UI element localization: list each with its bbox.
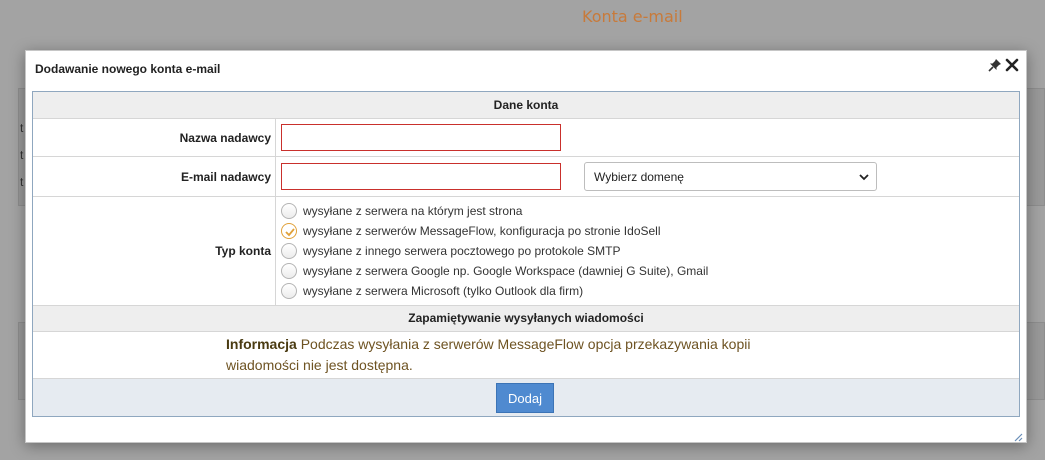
account-type-option[interactable]: wysyłane z serwera na którym jest strona: [281, 202, 522, 220]
section-header-account: Dane konta: [33, 92, 1019, 119]
dialog-controls: [988, 58, 1019, 72]
pin-icon[interactable]: [988, 58, 1002, 72]
checkmark-icon: [285, 228, 295, 237]
domain-select[interactable]: Wybierz domenę: [584, 162, 877, 191]
account-type-option[interactable]: wysyłane z innego serwera pocztowego po …: [281, 242, 621, 260]
page-title: Konta e-mail: [582, 7, 683, 26]
radio-button[interactable]: [281, 203, 297, 219]
account-form: Dane konta Nazwa nadawcy E-mail nadawcy …: [32, 91, 1020, 417]
account-type-option[interactable]: wysyłane z serwera Google np. Google Wor…: [281, 262, 708, 280]
radio-label: wysyłane z serwera na którym jest strona: [303, 204, 523, 218]
dialog-footer: Dodaj: [33, 378, 1019, 416]
add-button[interactable]: Dodaj: [496, 383, 554, 413]
background-row-text: t: [20, 175, 24, 189]
background-row-text: t: [20, 121, 24, 135]
radio-label: wysyłane z serwera Microsoft (tylko Outl…: [303, 284, 584, 298]
account-type-option[interactable]: wysyłane z serwera Microsoft (tylko Outl…: [281, 282, 583, 300]
domain-select-value: Wybierz domenę: [594, 169, 684, 184]
account-type-option[interactable]: wysyłane z serwerów MessageFlow, konfigu…: [281, 222, 661, 240]
sender-name-label: Nazwa nadawcy: [33, 119, 276, 156]
account-type-options: wysyłane z serwera na którym jest strona…: [276, 197, 1019, 305]
section-title: Zapamiętywanie wysyłanych wiadomości: [408, 311, 644, 325]
radio-button[interactable]: [281, 263, 297, 279]
sender-name-cell: [276, 119, 1019, 156]
section-title: Dane konta: [493, 98, 559, 112]
radio-button-checked[interactable]: [281, 223, 297, 239]
radio-label: wysyłane z innego serwera pocztowego po …: [303, 244, 621, 258]
account-type-label: Typ konta: [33, 197, 276, 305]
radio-label: wysyłane z serwerów MessageFlow, konfigu…: [303, 224, 661, 238]
close-icon[interactable]: [1005, 58, 1019, 72]
sender-name-input[interactable]: [281, 124, 561, 151]
info-text-line1: Podczas wysyłania z serwerów MessageFlow…: [300, 336, 751, 352]
radio-button[interactable]: [281, 283, 297, 299]
info-message: Informacja Podczas wysyłania z serwerów …: [226, 334, 826, 376]
sender-email-label: E-mail nadawcy: [33, 157, 276, 196]
section-header-saving: Zapamiętywanie wysyłanych wiadomości: [33, 306, 1019, 332]
dialog-title: Dodawanie nowego konta e-mail: [35, 62, 221, 76]
dialog-header: Dodawanie nowego konta e-mail: [26, 51, 1026, 87]
sender-email-input[interactable]: [281, 163, 561, 190]
account-type-row: Typ konta wysyłane z serwera na którym j…: [33, 197, 1019, 306]
radio-button[interactable]: [281, 243, 297, 259]
add-email-account-dialog: Dodawanie nowego konta e-mail Dane konta…: [25, 50, 1027, 443]
radio-label: wysyłane z serwera Google np. Google Wor…: [303, 264, 709, 278]
sender-name-row: Nazwa nadawcy: [33, 119, 1019, 157]
sender-email-row: E-mail nadawcy Wybierz domenę: [33, 157, 1019, 197]
info-label: Informacja: [226, 336, 297, 352]
sender-email-cell: Wybierz domenę: [276, 157, 1019, 196]
chevron-down-icon: [858, 171, 870, 183]
info-text-line2: wiadomości nie jest dostępna.: [226, 357, 413, 373]
resize-handle-icon[interactable]: [1013, 429, 1023, 442]
background-row-text: t: [20, 148, 24, 162]
